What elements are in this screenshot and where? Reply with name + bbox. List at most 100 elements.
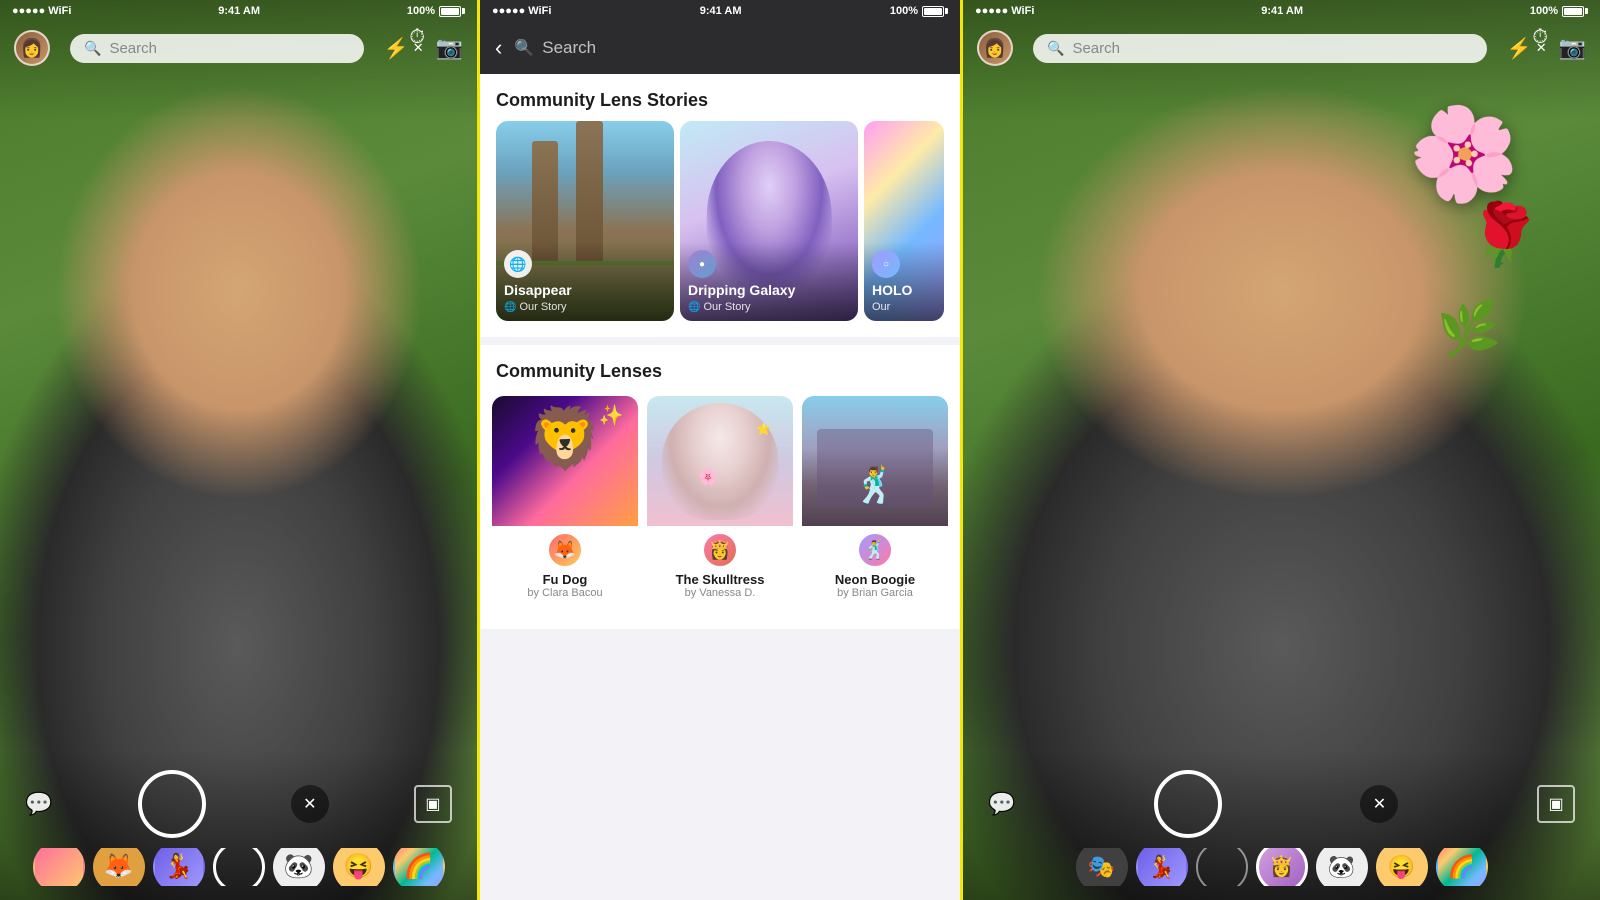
right-avatar[interactable]: 👩 [977,30,1013,66]
story-card-galaxy[interactable]: ● Dripping Galaxy 🌐 Our Story [680,121,858,321]
story-subtitle-text-1: Our Story [519,301,566,313]
right-lens-item-funny[interactable]: 😝 [1376,848,1428,886]
left-search-placeholder: Search [109,40,157,57]
left-lens-item-panda[interactable]: 🐼 [273,848,325,886]
left-lens-item-dog[interactable]: 🦊 [93,848,145,886]
right-status-bar: ●●●●● WiFi 9:41 AM 100% [963,0,1600,22]
right-lens-item-panda[interactable]: 🐼 [1316,848,1368,886]
community-lenses-header: Community Lenses [480,345,960,392]
story-card-holo[interactable]: ○ HOLO Our [864,121,944,321]
right-lens-item-active[interactable]: 👸 [1256,848,1308,886]
left-capture-row: 💬 ✕ ▣ [0,770,477,838]
story-card-disappear[interactable]: 🌐 Disappear 🌐 Our Story [496,121,674,321]
left-lens-item-active[interactable] [213,848,265,886]
right-top-bar: 👩 🔍 Search ⚡ ✕ 📷 [963,22,1600,74]
right-lens-item-empty[interactable] [1196,848,1248,886]
story-subtitle-text-3: Our [872,301,890,313]
left-battery-icon [439,6,465,17]
left-timer-icon[interactable]: ⏱ [409,26,425,49]
right-lens-item-color[interactable]: 🎭 [1076,848,1128,886]
story-avatar-galaxy: ● [688,250,716,278]
back-button[interactable]: ‹ [495,37,502,59]
community-lens-stories-header: Community Lens Stories [480,74,960,121]
right-capture-row: 💬 ✕ ▣ [963,770,1600,838]
neonboogie-creator: by Brian Garcia [810,587,940,599]
left-battery-pct: 100% [407,5,435,17]
neonboogie-name: Neon Boogie [810,572,940,587]
right-chat-icon[interactable]: 💬 [988,791,1015,817]
middle-search-bar[interactable]: 🔍 Search [514,38,945,58]
left-top-bar: 👩 🔍 Search ⚡ ✕ 📷 [0,22,477,74]
lens-card-neonboogie[interactable]: 🕺 🕺 Neon Boogie by Brian Garcia [802,396,948,609]
community-lenses-section: Community Lenses 🦁 ✨ 🦊 Fu [480,345,960,629]
right-status-dots: ●●●●● WiFi [975,5,1034,17]
middle-content: Community Lens Stories 🌐 Disappear [480,74,960,900]
fudog-creator: by Clara Bacou [500,587,630,599]
left-lens-item-rainbow[interactable]: 🌈 [393,848,445,886]
story-overlay-disappear: 🌐 Disappear 🌐 Our Story [496,242,674,321]
left-cancel-button[interactable]: ✕ [291,785,329,823]
lens-card-info-skulltress: 👸 The Skulltress by Vanessa D. [647,542,793,609]
left-time: 9:41 AM [218,5,260,17]
middle-search-icon: 🔍 [514,38,534,58]
left-lens-item-color[interactable] [33,848,85,886]
story-avatar-disappear: 🌐 [504,250,532,278]
right-search-placeholder: Search [1072,40,1120,57]
left-search-icon: 🔍 [84,40,101,57]
right-search-bar[interactable]: 🔍 Search [1033,34,1487,63]
left-chat-icon[interactable]: 💬 [25,791,52,817]
middle-time: 9:41 AM [700,5,742,17]
right-capture-button[interactable] [1154,770,1222,838]
left-avatar[interactable]: 👩 [14,30,50,66]
right-gallery-button[interactable]: ▣ [1537,785,1575,823]
skulltress-creator-avatar: 👸 [702,532,738,568]
left-battery: 100% [407,5,465,17]
left-camera-flip-icon[interactable]: 📷 [436,35,463,61]
lens-card-img-fudog: 🦁 ✨ [492,396,638,542]
section-divider [480,337,960,345]
story-title-galaxy: Dripping Galaxy [688,282,850,299]
flower-ar-effect-2: 🌹 [1460,194,1546,277]
fudog-creator-avatar: 🦊 [547,532,583,568]
right-lens-bar: 💬 ✕ ▣ 🎭 💃 👸 🐼 😝 🌈 [963,770,1600,900]
story-title-holo: HOLO [872,282,936,299]
right-lens-item-dance[interactable]: 💃 [1136,848,1188,886]
left-lens-item-funny[interactable]: 😝 [333,848,385,886]
neonboogie-creator-avatar: 🕺 [857,532,893,568]
left-panel: ●●●●● WiFi 9:41 AM 100% 👩 🔍 Search ⚡ ✕ 📷… [0,0,480,900]
lens-card-skulltress[interactable]: 🌸 ⭐ 👸 The Skulltress by Vanessa D. [647,396,793,609]
left-lens-item-dance[interactable]: 💃 [153,848,205,886]
right-flash-icon[interactable]: ⚡ [1507,36,1532,61]
story-subtitle-text-2: Our Story [703,301,750,313]
right-camera-flip-icon[interactable]: 📷 [1559,35,1586,61]
right-timer-icon[interactable]: ⏱ [1532,26,1548,49]
middle-status-bar: ●●●●● WiFi 9:41 AM 100% [480,0,960,22]
left-search-bar[interactable]: 🔍 Search [70,34,364,63]
fudog-name: Fu Dog [500,572,630,587]
left-gallery-button[interactable]: ▣ [414,785,452,823]
right-lens-item-rainbow[interactable]: 🌈 [1436,848,1488,886]
middle-battery: 100% [890,5,948,17]
story-overlay-galaxy: ● Dripping Galaxy 🌐 Our Story [680,242,858,321]
story-subtitle-disappear: 🌐 Our Story [504,301,666,313]
middle-battery-pct: 100% [890,5,918,17]
story-globe-icon-1: 🌐 [504,302,516,313]
middle-battery-icon [922,6,948,17]
stories-row: 🌐 Disappear 🌐 Our Story [480,121,960,337]
lenses-grid: 🦁 ✨ 🦊 Fu Dog by Clara Bacou [480,392,960,613]
skulltress-creator: by Vanessa D. [655,587,785,599]
lens-card-img-neonboogie: 🕺 [802,396,948,542]
skulltress-name: The Skulltress [655,572,785,587]
left-status-bar: ●●●●● WiFi 9:41 AM 100% [0,0,480,22]
left-capture-button[interactable] [138,770,206,838]
left-flash-icon[interactable]: ⚡ [384,36,409,61]
middle-top-bar: ‹ 🔍 Search [480,22,960,74]
right-panel: 🌸 🌹 🌿 ●●●●● WiFi 9:41 AM 100% 👩 🔍 Search… [960,0,1600,900]
middle-panel: ●●●●● WiFi 9:41 AM 100% ‹ 🔍 Search Commu… [480,0,960,900]
middle-search-placeholder: Search [542,38,596,58]
lens-card-fudog[interactable]: 🦁 ✨ 🦊 Fu Dog by Clara Bacou [492,396,638,609]
right-cancel-button[interactable]: ✕ [1360,785,1398,823]
right-battery-icon [1562,6,1588,17]
right-battery: 100% [1530,5,1588,17]
leaf-ar-effect: 🌿 [1435,297,1502,361]
